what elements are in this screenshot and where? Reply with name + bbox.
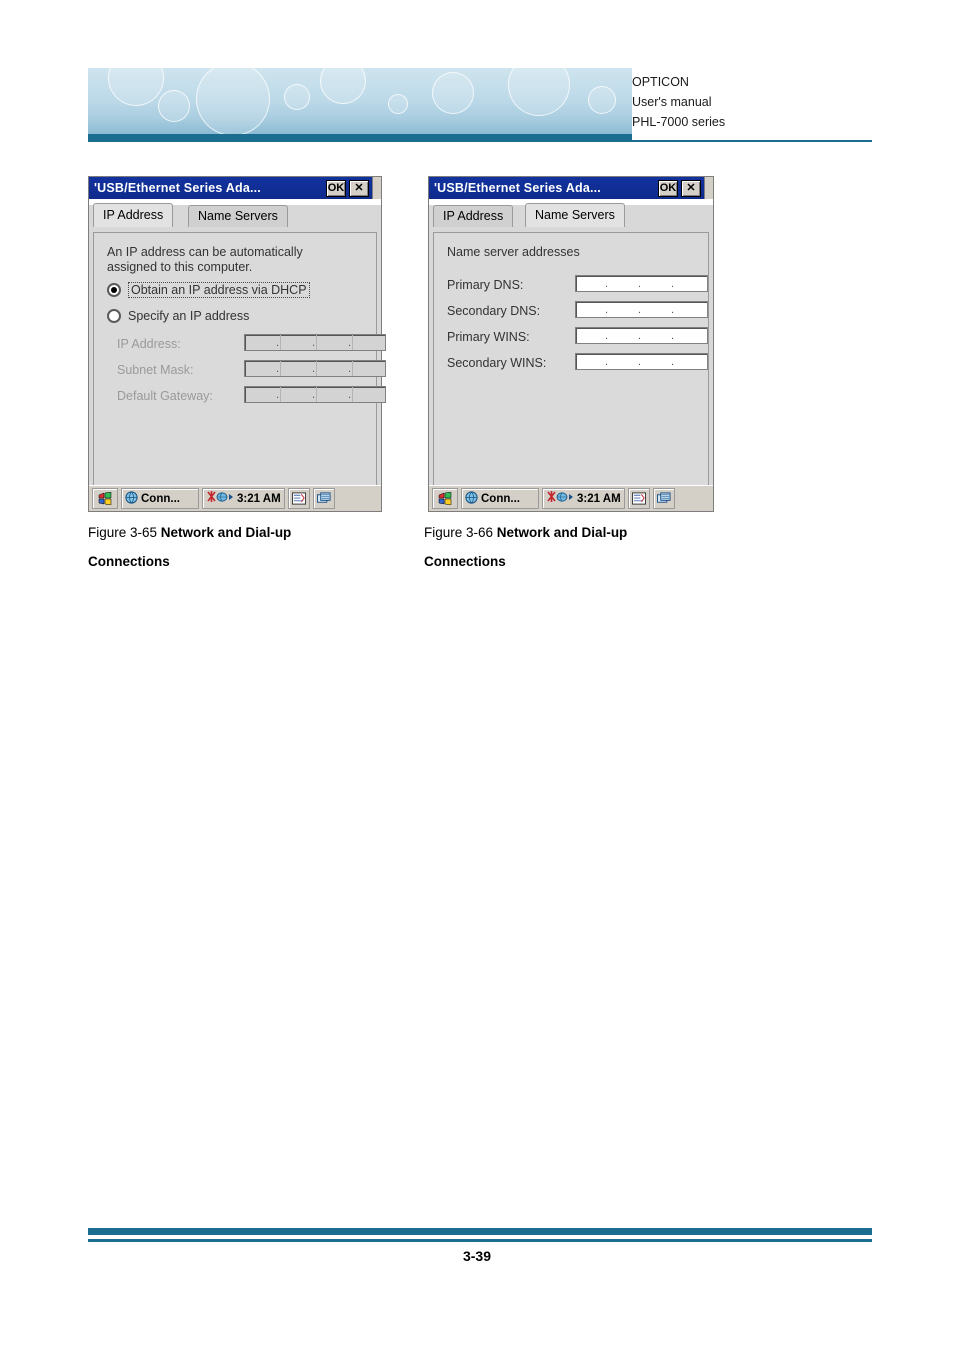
page-number: 3-39 [462,1248,492,1264]
secondary-dns-input[interactable]: . . . [575,301,708,318]
window-title: 'USB/Ethernet Series Ada... [434,181,601,195]
network-icon [546,490,574,507]
tab-name-servers[interactable]: Name Servers [188,205,288,227]
figure-caption-right-title-2: Connections [424,554,506,569]
secondary-wins-label: Secondary WINS: [447,356,547,370]
taskbar-clock: 3:21 AM [237,492,281,505]
subnet-mask-label: Subnet Mask: [117,363,194,377]
windows-start-icon[interactable] [92,488,118,509]
device-taskbar: Conn... 3:21 AM [89,485,381,511]
primary-wins-label: Primary WINS: [447,330,530,344]
default-gateway-input[interactable]: . . . [244,386,386,403]
tab-name-servers[interactable]: Name Servers [525,203,625,227]
subnet-mask-input[interactable]: . . . [244,360,386,377]
window-titlebar: 'USB/Ethernet Series Ada... OK ✕ [429,177,713,199]
windows-start-glyph [98,492,111,505]
close-icon[interactable]: ✕ [349,179,369,197]
ip-address-panel: An IP address can be automatically assig… [93,232,386,487]
figure-caption-right-title: Network and Dial-up [496,525,628,540]
figure-caption-left-title-2: Connections [88,554,170,569]
window-body: IP Address Name Servers Name server addr… [429,203,713,491]
header-brand: OPTICON [632,75,689,89]
window-body: IP Address Name Servers An IP address ca… [89,203,386,491]
primary-dns-input[interactable]: . . . [575,275,708,292]
radio-option-static[interactable]: Specify an IP address [107,309,249,323]
window-edge-strip [372,177,381,199]
keyboard-icon[interactable] [627,488,650,509]
figure-caption-left-number: Figure 3-65 [88,525,161,540]
window-titlebar: 'USB/Ethernet Series Ada... OK ✕ [89,177,381,199]
taskbar-clock-area[interactable]: 3:21 AM [542,488,625,509]
figure-caption-left: Figure 3-65 Network and Dial-up Connecti… [88,518,418,576]
header-identification: OPTICON User's manual PHL-7000 series [632,68,872,140]
window-edge-strip [704,177,713,199]
desktop-icon[interactable] [652,488,675,509]
secondary-wins-input[interactable]: . . . [575,353,708,370]
ok-button[interactable]: OK [326,179,346,197]
radio-dhcp-label: Obtain an IP address via DHCP [128,282,310,298]
taskbar-clock: 3:21 AM [577,492,621,505]
desktop-icon[interactable] [312,488,335,509]
tab-strip: IP Address Name Servers [433,203,713,227]
figure-3-66-device-screen: 'USB/Ethernet Series Ada... OK ✕ IP Addr… [428,176,714,512]
close-icon[interactable]: ✕ [681,179,701,197]
taskbar-connection-button[interactable]: Conn... [121,488,199,509]
figure-caption-right-number: Figure 3-66 [424,525,497,540]
radio-static-indicator[interactable] [107,309,121,323]
window-title: 'USB/Ethernet Series Ada... [94,181,261,195]
tab-ip-address[interactable]: IP Address [433,205,514,227]
ok-button[interactable]: OK [658,179,678,197]
panel-description-line-1: An IP address can be automatically [107,245,303,259]
figure-caption-right: Figure 3-66 Network and Dial-up Connecti… [424,518,754,576]
keyboard-icon[interactable] [287,488,310,509]
radio-option-dhcp[interactable]: Obtain an IP address via DHCP [107,282,310,298]
primary-dns-label: Primary DNS: [447,278,524,292]
default-gateway-label: Default Gateway: [117,389,213,403]
globe-icon [125,490,138,507]
radio-static-label: Specify an IP address [128,309,250,323]
taskbar-clock-area[interactable]: 3:21 AM [202,488,285,509]
tab-strip: IP Address Name Servers [93,203,381,227]
header-product-series: PHL-7000 series [632,115,726,129]
radio-dhcp-indicator[interactable] [107,283,121,297]
taskbar-connection-label: Conn... [481,492,520,505]
figure-caption-left-title: Network and Dial-up [160,525,292,540]
figure-3-65-device-screen: 'USB/Ethernet Series Ada... OK ✕ IP Addr… [88,176,386,512]
taskbar-connection-button[interactable]: Conn... [461,488,539,509]
panel-description: An IP address can be automatically assig… [107,245,303,275]
footer-divider-thick [88,1228,872,1235]
name-servers-panel: Name server addresses Primary DNS: . . .… [433,232,709,487]
name-server-group-label: Name server addresses [447,245,580,259]
windows-start-glyph [438,492,451,505]
windows-start-icon[interactable] [432,488,458,509]
tab-ip-address[interactable]: IP Address [93,203,174,227]
secondary-dns-label: Secondary DNS: [447,304,541,318]
header-doc-type: User's manual [632,95,712,109]
globe-icon [465,490,478,507]
ip-address-input[interactable]: . . . [244,334,386,351]
ip-address-label: IP Address: [117,337,181,351]
panel-description-line-2: assigned to this computer. [107,260,253,274]
primary-wins-input[interactable]: . . . [575,327,708,344]
footer-divider-thin [88,1239,872,1242]
taskbar-connection-label: Conn... [141,492,180,505]
network-icon [206,490,234,507]
device-taskbar: Conn... 3:21 AM [429,485,713,511]
